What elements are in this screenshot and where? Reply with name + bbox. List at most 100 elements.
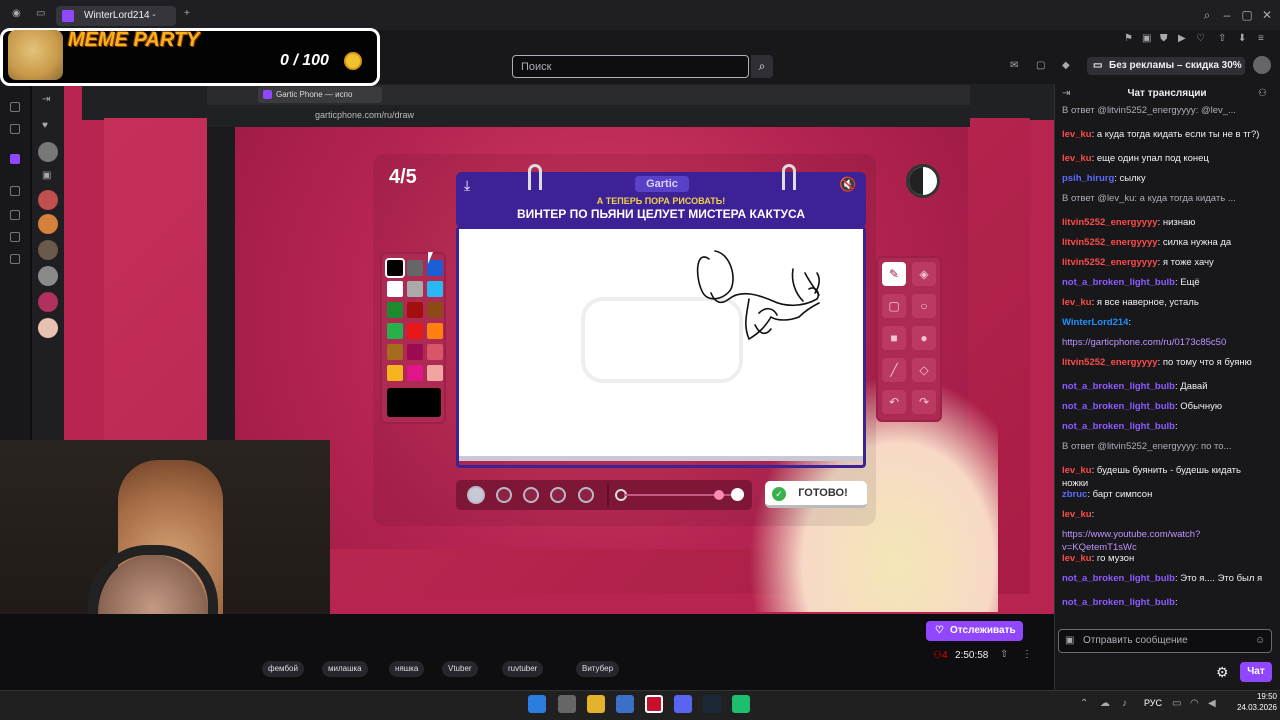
search-input[interactable]: Поиск [512, 55, 749, 78]
search-button[interactable]: ⌕ [751, 55, 773, 78]
store-icon[interactable] [616, 695, 634, 713]
bookmark-icon[interactable]: ⚑ [1124, 33, 1133, 44]
stream-tag[interactable]: милашка [322, 661, 368, 677]
steam-icon[interactable] [703, 695, 721, 713]
chat-username[interactable]: lev_ku [1062, 297, 1092, 308]
tab-list-icon[interactable]: ▭ [36, 8, 45, 19]
nested-url: garticphone.com/ru/draw [315, 110, 415, 120]
new-tab-button[interactable]: + [184, 8, 190, 19]
chat-input[interactable]: Отправить сообщение [1058, 629, 1272, 653]
chat-username[interactable]: lev_ku [1062, 509, 1092, 520]
chat-username[interactable]: not_a_broken_light_bulb [1062, 597, 1175, 608]
card-hook [782, 164, 796, 190]
search-tabs-icon[interactable]: ⌕ [1198, 6, 1216, 24]
channel-avatar[interactable] [38, 214, 58, 234]
no-ads-button[interactable]: ▭ Без рекламы – скидка 30% [1087, 57, 1245, 75]
sidebar-icon[interactable] [10, 124, 20, 134]
chat-username[interactable]: WinterLord214 [1062, 317, 1128, 328]
chat-username[interactable]: not_a_broken_light_bulb [1062, 401, 1175, 412]
browser-menu-icon[interactable]: ◉ [12, 8, 21, 19]
share-icon[interactable]: ⇧ [1000, 649, 1008, 660]
clock-date[interactable]: 24.03.2026 [1230, 703, 1277, 712]
chat-username[interactable]: lev_ku [1062, 129, 1092, 140]
app-icon[interactable] [732, 695, 750, 713]
brush-size-4 [550, 487, 566, 503]
channel-avatar[interactable] [38, 266, 58, 286]
user-avatar[interactable] [1253, 56, 1271, 74]
network-icon[interactable]: ▭ [1172, 698, 1181, 709]
chat-text[interactable]: https://garticphone.com/ru/0173c85c50 [1062, 337, 1226, 348]
heart-icon[interactable]: ♥ [42, 120, 48, 131]
chat-username[interactable]: not_a_broken_light_bulb [1062, 573, 1175, 584]
whispers-icon[interactable]: ▢ [1036, 60, 1045, 71]
chat-username[interactable]: litvin5252_energyyyy [1062, 357, 1158, 368]
share-icon[interactable]: ⇧ [1218, 33, 1226, 44]
bits-icon[interactable]: ▣ [1065, 635, 1074, 646]
stream-tag[interactable]: ruvtuber [502, 661, 544, 677]
chat-send-button[interactable]: Чат [1240, 662, 1272, 682]
download-icon[interactable]: ⬇ [1238, 33, 1246, 44]
channel-avatar[interactable] [38, 318, 58, 338]
channel-avatar[interactable] [38, 240, 58, 260]
emote-icon[interactable]: ☺ [1255, 635, 1265, 646]
chat-message: not_a_broken_light_bulb: Ещё [1062, 276, 1266, 289]
channel-avatar[interactable] [38, 292, 58, 312]
wifi-icon[interactable]: ◠ [1190, 698, 1199, 709]
stream-tag[interactable]: Vtuber [442, 661, 478, 677]
chat-text[interactable]: https://www.youtube.com/watch?v=KQetemT1… [1062, 529, 1200, 553]
chat-username[interactable]: zbruc [1062, 489, 1087, 500]
chat-username[interactable]: litvin5252_energyyyy [1062, 237, 1158, 248]
maximize-button[interactable]: ▢ [1238, 6, 1256, 24]
chat-username[interactable]: litvin5252_energyyyy [1062, 217, 1158, 228]
shield-icon[interactable]: ⛊ [1160, 33, 1168, 44]
mute-icon: 🔇 [839, 176, 857, 192]
channel-avatar[interactable] [38, 142, 58, 162]
stream-tag[interactable]: Витубер [576, 661, 620, 677]
play-icon[interactable]: ▶ [1178, 33, 1186, 44]
clock-time[interactable]: 19:50 [1247, 692, 1277, 701]
tab-twitch[interactable]: WinterLord214 - Twitch [56, 6, 176, 41]
twitch-sidebar-icon[interactable] [10, 154, 20, 164]
camera-icon[interactable]: ▣ [42, 170, 51, 181]
extension-icon[interactable]: ▣ [1142, 33, 1151, 44]
onedrive-icon[interactable]: ☁ [1100, 698, 1110, 709]
task-view-icon[interactable] [558, 695, 576, 713]
chat-username[interactable]: psih_hirurg [1062, 173, 1114, 184]
stream-tag[interactable]: фембой [262, 661, 304, 677]
person-icon: ⚇ [933, 650, 942, 661]
keyboard-language[interactable]: РУС [1144, 698, 1162, 708]
chat-message: В ответ @litvin5252_energyyyy: по то... [1062, 440, 1266, 453]
more-icon[interactable]: ≡ [1258, 33, 1264, 44]
inbox-icon[interactable]: ✉ [1010, 60, 1018, 71]
heart-icon[interactable]: ♡ [1196, 33, 1205, 44]
tray-chevron-icon[interactable]: ⌃ [1080, 698, 1088, 709]
start-icon[interactable] [528, 695, 546, 713]
stream-tag[interactable]: няшка [389, 661, 425, 677]
follow-button[interactable]: ♡ Отслеживать [926, 621, 1023, 641]
chat-users-icon[interactable]: ⚇ [1258, 88, 1267, 99]
chat-username[interactable]: not_a_broken_light_bulb [1062, 277, 1175, 288]
opera-icon[interactable] [645, 695, 663, 713]
chat-username[interactable]: litvin5252_energyyyy [1062, 257, 1158, 268]
minimize-button[interactable]: – [1218, 6, 1236, 24]
channel-avatar[interactable] [38, 190, 58, 210]
clock-icon[interactable] [10, 210, 20, 220]
chat-username[interactable]: not_a_broken_light_bulb [1062, 381, 1175, 392]
volume-icon[interactable]: ◀ [1208, 698, 1216, 709]
more-options-icon[interactable]: ⋮ [1022, 649, 1032, 660]
chat-username[interactable]: lev_ku [1062, 465, 1092, 476]
notifications-icon[interactable]: ◆ [1062, 60, 1070, 71]
sidebar-icon[interactable] [10, 232, 20, 242]
settings-icon[interactable] [10, 254, 20, 264]
chat-username[interactable]: not_a_broken_light_bulb [1062, 421, 1175, 432]
chat-settings-icon[interactable]: ⚙ [1216, 664, 1229, 681]
close-window-button[interactable]: ✕ [1258, 6, 1276, 24]
sidebar-icon[interactable] [10, 102, 20, 112]
chat-username[interactable]: lev_ku [1062, 153, 1092, 164]
chat-username[interactable]: lev_ku [1062, 553, 1092, 564]
discord-icon[interactable] [674, 695, 692, 713]
file-explorer-icon[interactable] [587, 695, 605, 713]
microphone-icon[interactable]: ♪ [1122, 698, 1127, 709]
sidebar-icon[interactable] [10, 186, 20, 196]
expand-arrow-icon[interactable]: ⇥ [42, 94, 50, 105]
